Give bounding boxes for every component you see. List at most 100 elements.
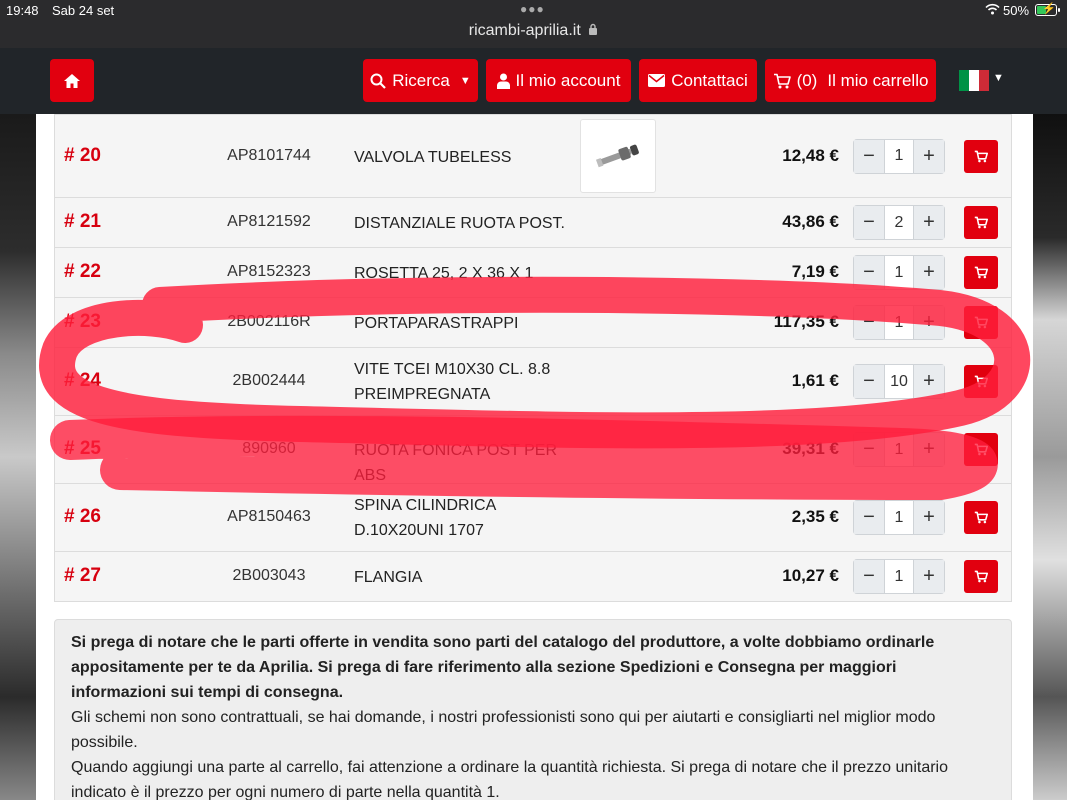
part-code: 2B003043	[232, 567, 306, 584]
add-to-cart-button[interactable]	[964, 139, 998, 173]
increase-qty-button[interactable]: +	[914, 365, 944, 398]
decrease-qty-button[interactable]: −	[854, 433, 884, 466]
increase-qty-button[interactable]: +	[914, 560, 944, 593]
account-button[interactable]: Il mio account	[486, 59, 631, 102]
part-description: VITE TCEI M10X30 CL. 8.8 PREIMPREGNATA	[354, 361, 551, 403]
status-date: Sab 24 set	[52, 3, 115, 18]
part-code: AP8152323	[227, 263, 311, 280]
wifi-icon	[985, 3, 1000, 15]
quantity-input[interactable]: 1	[884, 560, 914, 593]
part-code: 2B002444	[232, 372, 306, 389]
add-to-cart-icon	[974, 511, 988, 524]
info-bold-text: Si prega di notare che le parti offerte …	[71, 634, 935, 701]
quantity-input[interactable]: 1	[884, 256, 914, 289]
part-code: AP8101744	[227, 146, 311, 164]
part-number: # 21	[64, 211, 101, 232]
part-price: 1,61 €	[791, 371, 839, 390]
part-price: 2,35 €	[791, 507, 839, 526]
add-to-cart-icon	[974, 375, 988, 388]
add-to-cart-button[interactable]	[964, 256, 998, 289]
part-number: # 26	[64, 506, 101, 527]
ios-status-bar: 19:48 Sab 24 set ●●● ricambi-aprilia.it …	[0, 0, 1067, 48]
url-text[interactable]: ricambi-aprilia.it	[469, 22, 581, 39]
part-price: 7,19 €	[791, 262, 839, 281]
main-content: # 20 AP8101744 VALVOLA TUBELESS 12,48 € −1 + #…	[36, 114, 1033, 800]
cart-icon	[773, 73, 791, 88]
search-dropdown-button[interactable]: Ricerca ▼	[363, 59, 478, 102]
part-number: # 27	[64, 565, 101, 586]
add-to-cart-button[interactable]	[964, 306, 998, 339]
part-description: VALVOLA TUBELESS	[354, 148, 512, 166]
part-description: FLANGIA	[354, 569, 423, 586]
increase-qty-button[interactable]: +	[914, 256, 944, 289]
part-description: DISTANZIALE RUOTA POST.	[354, 215, 565, 232]
cart-button[interactable]: (0) Il mio carrello	[765, 59, 936, 102]
background-photo-right	[1033, 114, 1067, 800]
part-number: # 25	[64, 438, 101, 459]
part-price: 10,27 €	[782, 566, 839, 585]
language-caret-icon[interactable]: ▼	[993, 72, 1004, 84]
battery-percent: 50%	[1003, 3, 1030, 18]
add-to-cart-button[interactable]	[964, 501, 998, 534]
increase-qty-button[interactable]: +	[914, 206, 944, 239]
quantity-input[interactable]: 1	[884, 501, 914, 534]
table-row: # 23 2B002116R PORTAPARASTRAPPI 117,35 € −1 +	[55, 297, 1011, 347]
quantity-stepper: −2 +	[853, 205, 945, 240]
part-code: 890960	[242, 440, 296, 457]
site-navbar: Ricerca ▼ Il mio account Contattaci (0) …	[0, 48, 1067, 114]
quantity-input[interactable]: 2	[884, 206, 914, 239]
table-row: # 26 AP8150463 SPINA CILINDRICA D.10X20UNI…	[55, 483, 1011, 551]
decrease-qty-button[interactable]: −	[854, 560, 884, 593]
quantity-input[interactable]: 10	[884, 365, 914, 398]
part-description: SPINA CILINDRICA D.10X20UNI 1707	[354, 497, 496, 539]
add-to-cart-icon	[974, 443, 988, 456]
decrease-qty-button[interactable]: −	[854, 365, 884, 398]
search-label: Ricerca	[392, 70, 450, 90]
decrease-qty-button[interactable]: −	[854, 139, 884, 173]
cart-count: (0)	[796, 70, 818, 90]
contact-label: Contattaci	[671, 70, 748, 90]
envelope-icon	[648, 74, 666, 87]
quantity-stepper: −1 +	[853, 559, 945, 594]
part-description: PORTAPARASTRAPPI	[354, 315, 519, 332]
add-to-cart-button[interactable]	[964, 365, 998, 398]
battery-icon: ⚡	[1035, 3, 1060, 16]
add-to-cart-icon	[974, 150, 988, 162]
italian-flag-icon[interactable]	[959, 70, 989, 91]
decrease-qty-button[interactable]: −	[854, 256, 884, 289]
increase-qty-button[interactable]: +	[914, 501, 944, 534]
part-price: 39,31 €	[782, 439, 839, 458]
part-code: AP8150463	[227, 508, 311, 525]
table-row: # 27 2B003043 FLANGIA 10,27 € −1 +	[55, 551, 1011, 601]
quantity-input[interactable]: 1	[884, 306, 914, 339]
search-icon	[370, 73, 387, 89]
caret-down-icon: ▼	[459, 74, 471, 87]
user-icon	[496, 73, 510, 89]
increase-qty-button[interactable]: +	[914, 139, 944, 173]
home-icon	[64, 73, 80, 88]
part-description: RUOTA FONICA POST PER ABS	[354, 442, 557, 484]
part-price: 117,35 €	[773, 312, 839, 331]
decrease-qty-button[interactable]: −	[854, 501, 884, 534]
address-bar[interactable]: ricambi-aprilia.it	[0, 22, 1067, 40]
background-photo-left	[0, 114, 36, 800]
multitasking-dots-icon[interactable]: ●●●	[520, 2, 545, 16]
add-to-cart-button[interactable]	[964, 433, 998, 466]
status-time: 19:48	[6, 3, 39, 18]
part-thumbnail-image[interactable]	[580, 119, 656, 193]
decrease-qty-button[interactable]: −	[854, 306, 884, 339]
add-to-cart-button[interactable]	[964, 560, 998, 593]
quantity-input[interactable]: 1	[884, 433, 914, 466]
contact-button[interactable]: Contattaci	[639, 59, 757, 102]
decrease-qty-button[interactable]: −	[854, 206, 884, 239]
lock-icon	[589, 23, 598, 35]
table-row: # 25 890960 RUOTA FONICA POST PER ABS 39,31…	[55, 415, 1011, 484]
part-code: 2B002116R	[227, 313, 311, 330]
quantity-input[interactable]: 1	[884, 139, 914, 173]
account-label: Il mio account	[515, 70, 621, 90]
part-price: 12,48 €	[782, 145, 839, 165]
add-to-cart-button[interactable]	[964, 206, 998, 239]
increase-qty-button[interactable]: +	[914, 306, 944, 339]
home-button[interactable]	[50, 59, 94, 102]
increase-qty-button[interactable]: +	[914, 433, 944, 466]
